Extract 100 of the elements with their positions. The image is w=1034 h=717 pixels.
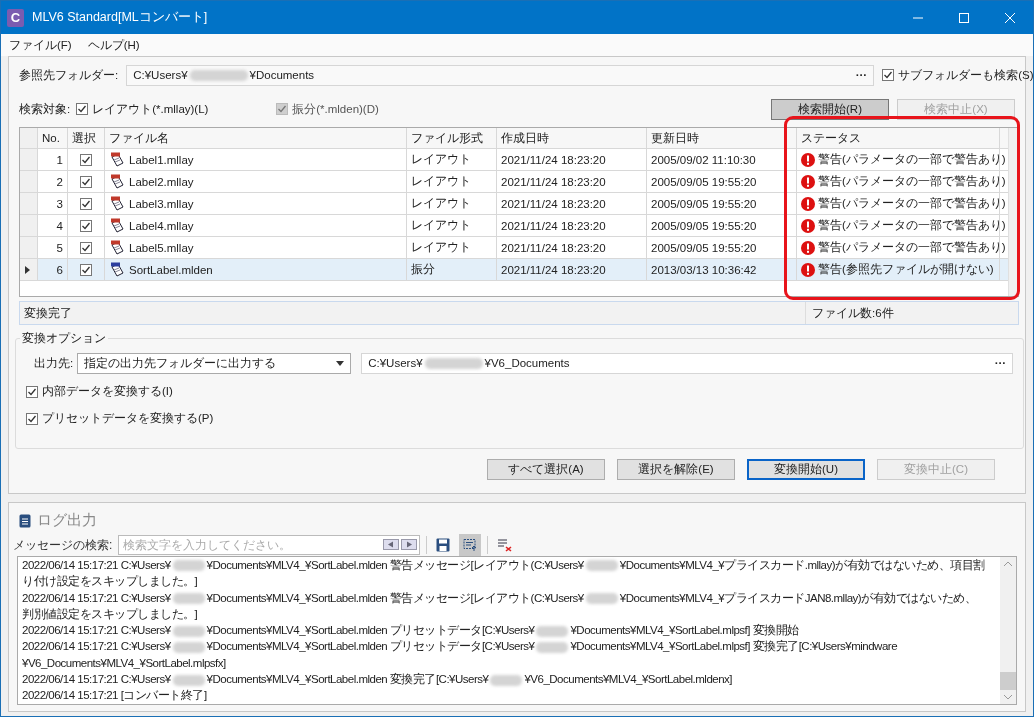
- file-name: SortLabel.mlden: [129, 263, 213, 276]
- option-checkbox[interactable]: プリセットデータを変換する(P): [26, 411, 1014, 426]
- redaction: [189, 69, 248, 81]
- close-icon[interactable]: [1004, 11, 1016, 24]
- row-pointer-icon: [25, 265, 30, 274]
- table-cell: 振分: [407, 259, 497, 280]
- caret-icon: [336, 360, 345, 366]
- row-checkbox[interactable]: [80, 263, 92, 276]
- table-cell: 2005/09/05 19:55:20: [647, 237, 797, 258]
- column-header[interactable]: 更新日時: [647, 128, 797, 148]
- log-line: 2022/06/14 15:17:21 C:¥Users¥ ¥Documents¥MLV4_¥SortLabel.mlden 変換完了[C:¥Users¥ ¥V6_Documents¥MLV4_¥SortLabel.mldenx]: [22, 672, 734, 688]
- table-cell: レイアウト: [407, 237, 497, 258]
- table-cell: 2021/11/24 18:23:20: [497, 171, 647, 192]
- subfolder-checkbox[interactable]: サブフォルダーも検索(S): [882, 67, 1033, 83]
- redaction: [172, 674, 205, 686]
- log-line: 判別値設定をスキップしました。]: [22, 606, 199, 622]
- log-line: 2022/06/14 15:17:21 C:¥Users¥ ¥Documents¥MLV4_¥SortLabel.mlden 警告メッセージ[レイアウト(C:¥Users¥ ¥Documents¥MLV4_¥プライスカード.mllay)が有効ではないため、項目割: [22, 558, 986, 574]
- checkmark-icon: [81, 264, 91, 275]
- table-cell: 2005/09/05 19:55:20: [647, 215, 797, 236]
- file-name: Label4.mllay: [129, 219, 194, 232]
- output-folder-field[interactable]: C:¥Users¥ ¥V6_Documents ···: [361, 352, 1014, 374]
- save-icon[interactable]: [436, 538, 451, 552]
- log-line: り付け設定をスキップしました。]: [22, 574, 199, 590]
- table-cell: 4: [38, 215, 68, 236]
- column-header[interactable]: 選択: [68, 128, 105, 148]
- column-header[interactable]: No.: [38, 128, 68, 148]
- panel-title: ログ出力: [37, 511, 97, 530]
- column-header[interactable]: 作成日時: [497, 128, 647, 148]
- next-icon[interactable]: [401, 539, 418, 550]
- redaction: [172, 593, 205, 605]
- browse-button[interactable]: ···: [994, 357, 1007, 369]
- column-header[interactable]: ファイル形式: [407, 128, 497, 148]
- menu-item[interactable]: ファイル(F): [9, 37, 72, 53]
- row-checkbox[interactable]: [80, 153, 92, 166]
- option-checkbox[interactable]: 内部データを変換する(I): [26, 384, 1014, 399]
- checkmark-icon: [27, 386, 37, 397]
- file-count: ファイル数:6件: [805, 302, 1018, 324]
- table-cell: 2021/11/24 18:23:20: [497, 237, 647, 258]
- log-line: 2022/06/14 15:17:21 C:¥Users¥ ¥Documents¥MLV4_¥SortLabel.mlden プリセットデータ[C:¥Users¥ ¥Documents¥MLV4_¥SortLabel.mlpsf] 変換開始: [22, 623, 800, 639]
- column-header[interactable]: ステータス: [797, 128, 1000, 148]
- checkmark-icon: [81, 220, 91, 231]
- redaction: [172, 560, 205, 572]
- error-icon: [801, 240, 815, 255]
- window-title: MLV6 Standard[MLコンバート]: [32, 9, 208, 26]
- file-name: Label1.mllay: [129, 153, 194, 166]
- table-cell: 2013/03/13 10:36:42: [647, 259, 797, 280]
- row-checkbox[interactable]: [80, 219, 92, 232]
- log-line: 2022/06/14 15:17:21 C:¥Users¥ ¥Documents¥MLV4_¥SortLabel.mlden プリセットデータ[C:¥Users¥ ¥Documents¥MLV4_¥SortLabel.mlpsf] 変換完了[C:¥Users¥mindware: [22, 639, 899, 655]
- table-cell: 2005/09/05 19:55:20: [647, 171, 797, 192]
- menu-item[interactable]: ヘルプ(H): [87, 37, 140, 53]
- checkmark-icon: [81, 154, 91, 165]
- field-label: 参照先フォルダー:: [19, 67, 119, 83]
- table-cell: 2021/11/24 18:23:20: [497, 193, 647, 214]
- previous-icon[interactable]: [383, 539, 400, 550]
- scroll-down-icon[interactable]: [1003, 694, 1013, 700]
- table-cell: 1: [38, 149, 68, 170]
- status-text: 警告(パラメータの一部で警告あり): [818, 152, 1006, 167]
- row-checkbox[interactable]: [80, 197, 92, 210]
- error-icon: [801, 152, 815, 167]
- maximize-icon[interactable]: [958, 11, 970, 24]
- redaction: [536, 625, 569, 637]
- redaction: [172, 625, 205, 637]
- status-text: 警告(パラメータの一部で警告あり): [818, 240, 1006, 255]
- file-name: Label5.mllay: [129, 241, 194, 254]
- scroll-thumb[interactable]: [1000, 672, 1016, 690]
- scrollbar[interactable]: [1008, 128, 1018, 296]
- table-cell: 5: [38, 237, 68, 258]
- error-icon: [801, 218, 815, 233]
- table-cell: レイアウト: [407, 193, 497, 214]
- redaction: [172, 641, 205, 653]
- row-header[interactable]: [20, 259, 38, 280]
- group-title: 変換オプション: [21, 331, 107, 346]
- filter-checkbox[interactable]: レイアウト(*.mllay)(L): [76, 101, 277, 117]
- output-dropdown[interactable]: 指定の出力先フォルダーに出力する: [77, 352, 352, 374]
- clear-log-icon[interactable]: [497, 538, 514, 552]
- checkmark-icon: [883, 70, 894, 80]
- folder-field[interactable]: C:¥Users¥ ¥Documents ···: [126, 64, 875, 86]
- row-checkbox[interactable]: [80, 241, 92, 254]
- action-button[interactable]: すべて選択(A): [487, 459, 605, 480]
- column-header[interactable]: ファイル名: [105, 128, 407, 148]
- table-cell: 2005/09/02 11:10:30: [647, 149, 797, 170]
- table-cell: 6: [38, 259, 68, 280]
- redaction: [490, 674, 523, 686]
- table-cell: 2021/11/24 18:23:20: [497, 259, 647, 280]
- redaction: [585, 593, 618, 605]
- log-line: 2022/06/14 15:17:21 [コンバート終了]: [22, 688, 208, 704]
- scroll-up-icon[interactable]: [1003, 561, 1013, 567]
- action-button[interactable]: 変換開始(U): [747, 459, 865, 480]
- checkmark-icon: [27, 413, 37, 424]
- table-cell: レイアウト: [407, 171, 497, 192]
- status-text: 警告(パラメータの一部で警告あり): [818, 196, 1006, 211]
- browse-button[interactable]: ···: [855, 69, 868, 81]
- app-logo: C: [7, 8, 24, 27]
- error-icon: [801, 262, 815, 277]
- scrollbar[interactable]: [1000, 557, 1016, 704]
- search-field[interactable]: 検索文字を入力してください。: [118, 535, 421, 555]
- action-button[interactable]: 選択を解除(E): [617, 459, 735, 480]
- autoscroll-toggle[interactable]: [459, 534, 482, 556]
- row-checkbox[interactable]: [80, 175, 92, 188]
- table-cell: 2021/11/24 18:23:20: [497, 149, 647, 170]
